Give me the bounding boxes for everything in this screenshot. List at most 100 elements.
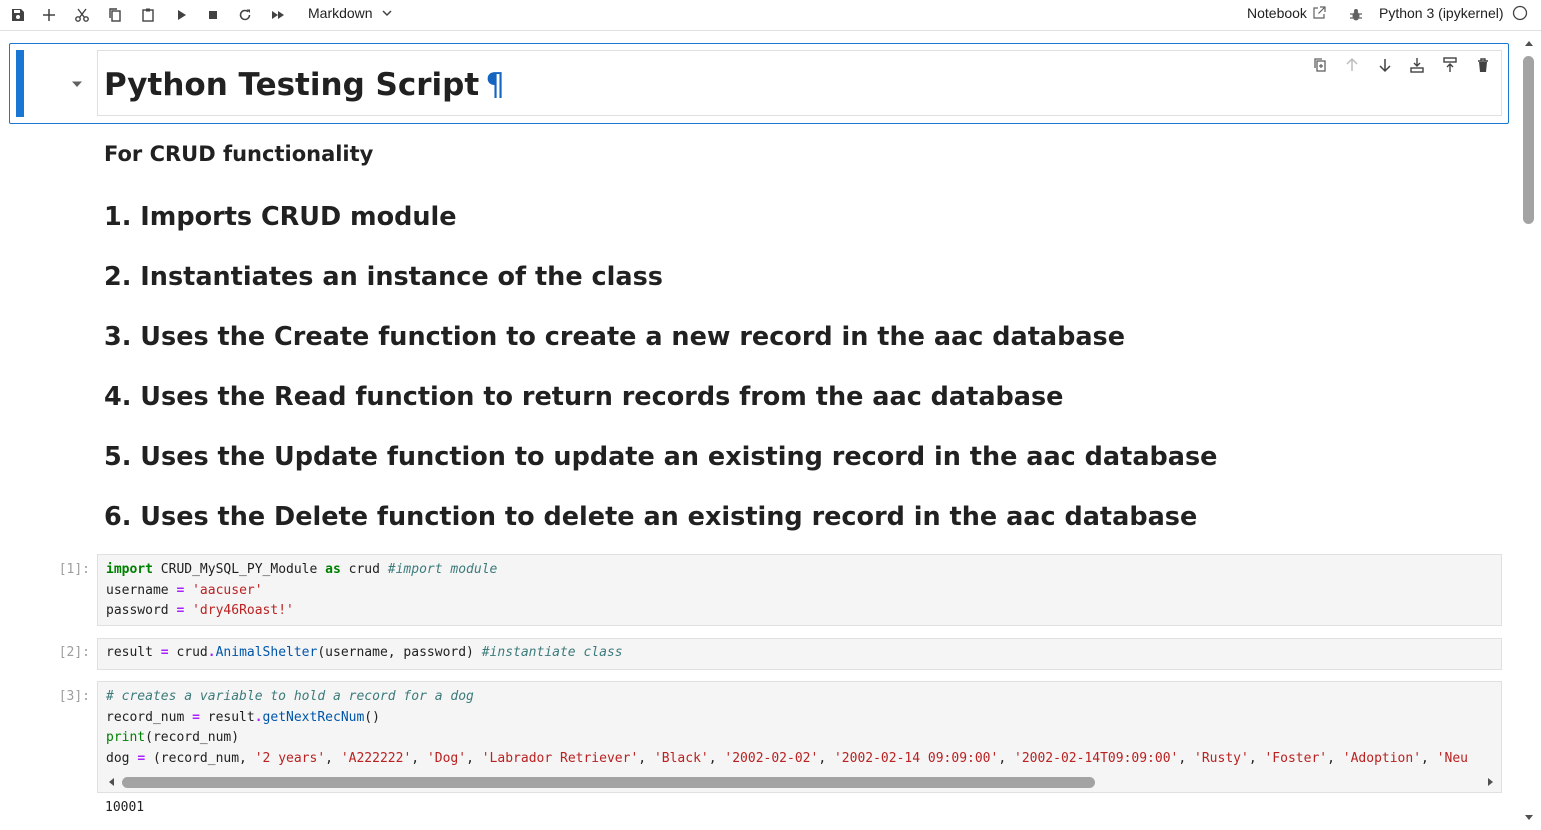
code-token: 'Foster' [1264,750,1328,766]
markdown-subtitle: For CRUD functionality [104,142,374,166]
restart-icon[interactable] [234,4,256,26]
code-token: 'Black' [653,750,709,766]
notebook-toolbar: Markdown Notebook Python 3 (ipykernel) [0,0,1541,31]
code-line: import CRUD_MySQL_PY_Module as crud #imp… [106,560,497,581]
code-token: result [199,709,255,725]
insert-below-icon[interactable] [1408,56,1426,76]
code-token: 'dry46Roast!' [192,603,294,618]
copy-icon[interactable] [104,4,126,26]
code-token: username [106,582,177,598]
cell-collapser[interactable] [16,50,24,117]
code-token: crud [340,562,388,577]
code-token: password [106,603,177,618]
code-token: , [708,750,725,766]
code-lines: result = crud.AnimalShelter(username, pa… [106,643,623,664]
code-token: 'Rusty' [1194,750,1249,766]
code-lines: import CRUD_MySQL_PY_Module as crud #imp… [106,560,497,622]
execution-count-prompt: [2]: [58,645,90,660]
save-icon[interactable] [7,4,29,26]
cell-type-label: Markdown [308,5,373,21]
code-token: AnimalShelter [215,645,318,660]
move-down-icon[interactable] [1376,56,1394,76]
code-token: , [1178,750,1195,766]
run-icon[interactable] [170,4,192,26]
vertical-scroll-thumb[interactable] [1523,56,1534,224]
code-token: record_num [106,709,193,725]
kernel-name[interactable]: Python 3 (ipykernel) [1379,5,1528,21]
code-token: import [106,562,153,577]
insert-above-icon[interactable] [1441,56,1459,76]
code-token: dog [106,750,138,766]
code-token: 'aacuser' [192,582,263,598]
scroll-down-arrow-icon[interactable] [1524,812,1534,822]
code-line: # creates a variable to hold a record fo… [106,687,1468,708]
markdown-list-item: 5. Uses the Update function to update an… [104,442,1218,472]
kernel-status-idle-icon [1512,5,1527,21]
code-token: #instantiate class [481,645,623,660]
add-cell-icon[interactable] [38,4,60,26]
code-token: # creates a variable to hold a record fo… [106,689,474,704]
code-token: . [207,645,216,660]
scroll-left-arrow-icon[interactable] [107,777,117,787]
kernel-label: Python 3 (ipykernel) [1379,5,1504,21]
code-token: , [466,750,482,766]
external-link-icon [1313,6,1326,19]
code-token: (record_num, [145,750,255,766]
code-token: () [364,709,380,725]
code-token: '2 years' [254,750,326,766]
code-token: , [638,750,654,766]
code-token: 'A222222' [340,750,412,766]
move-up-icon[interactable] [1343,56,1361,76]
cut-icon[interactable] [71,4,93,26]
code-token: as [325,562,341,577]
scroll-right-arrow-icon[interactable] [1485,777,1495,787]
markdown-list-item: 4. Uses the Read function to return reco… [104,382,1064,412]
heading-anchor-link[interactable]: ¶ [485,67,505,103]
code-line: print(record_num) [106,728,1468,749]
code-token: '2002-02-02' [724,750,819,766]
debugger-bug-icon[interactable] [1345,4,1367,26]
code-token: #import module [387,562,498,577]
code-lines: # creates a variable to hold a record fo… [106,687,1468,769]
delete-cell-icon[interactable] [1474,56,1492,76]
chevron-down-icon [382,10,392,17]
code-token: , [325,750,341,766]
cell-type-dropdown[interactable]: Markdown [308,5,393,21]
cell-output: 10001 [105,800,145,815]
code-token: getNextRecNum [262,709,365,725]
code-token: (record_num) [145,730,240,745]
run-all-icon[interactable] [267,4,289,26]
markdown-list-item: 6. Uses the Delete function to delete an… [104,502,1198,532]
paste-icon[interactable] [137,4,159,26]
horizontal-scroll-thumb[interactable] [122,777,1095,788]
code-token: 'Dog' [426,750,467,766]
code-token: 'Neu [1436,750,1469,766]
code-token: '2002-02-14 09:09:00' [833,750,999,766]
code-token: CRUD_MySQL_PY_Module [152,562,326,577]
markdown-list-item: 1. Imports CRUD module [104,202,457,232]
code-token: result [106,645,161,660]
execution-count-prompt: [3]: [58,689,90,704]
code-token: 'Labrador Retriever' [481,750,639,766]
code-cell-editor[interactable]: result = crud.AnimalShelter(username, pa… [97,638,1502,670]
code-line: password = 'dry46Roast!' [106,601,497,622]
code-token: = [137,750,146,766]
notebook-label: Notebook [1247,5,1307,21]
collapse-heading-caret-icon[interactable] [70,80,84,88]
code-token: , [1421,750,1437,766]
code-token: , [998,750,1014,766]
duplicate-cell-icon[interactable] [1311,56,1329,76]
code-token: = [160,645,169,660]
markdown-list-item: 3. Uses the Create function to create a … [104,322,1126,352]
open-notebook-link[interactable]: Notebook [1247,5,1326,21]
heading-title: Python Testing Script [104,67,480,103]
scroll-up-arrow-icon[interactable] [1524,39,1534,49]
execution-count-prompt: [1]: [58,562,90,577]
code-line: result = crud.AnimalShelter(username, pa… [106,643,623,664]
code-cell-editor[interactable]: import CRUD_MySQL_PY_Module as crud #imp… [97,554,1502,626]
code-token: , [1248,750,1265,766]
code-line: username = 'aacuser' [106,581,497,602]
stop-icon[interactable] [202,4,224,26]
